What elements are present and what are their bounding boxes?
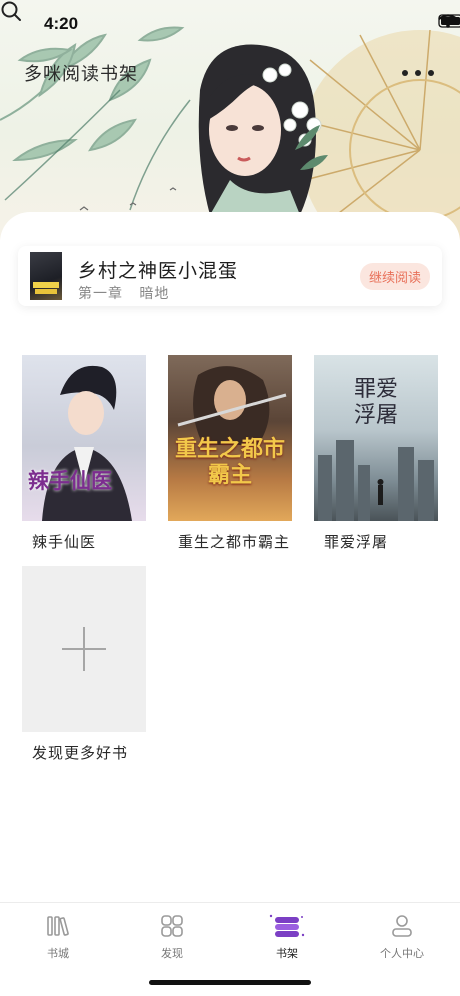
cover-title-stripe	[35, 289, 57, 294]
more-dot	[428, 70, 434, 76]
tab-label: 发现	[161, 947, 183, 960]
header-banner: 4:20 多咪阅读书架	[0, 0, 460, 240]
book-cover-title: 辣手仙医	[28, 469, 112, 493]
add-book-plus-icon[interactable]	[22, 566, 146, 732]
recent-book-cover	[30, 252, 62, 300]
book-title: 罪爱浮屠	[324, 533, 389, 551]
shelf-book[interactable]: 辣手仙医 辣手仙医	[22, 355, 146, 552]
book-cover[interactable]: 重生之都市霸主	[168, 355, 292, 521]
tab-bookstore[interactable]: 书城	[18, 911, 98, 961]
page-title: 多咪阅读书架	[24, 64, 138, 85]
status-time: 4:20	[44, 14, 79, 33]
book-title: 辣手仙医	[32, 533, 97, 551]
profile-icon	[392, 915, 412, 937]
tab-discover[interactable]: 发现	[132, 911, 212, 961]
discover-more-item[interactable]: 发现更多好书	[22, 566, 146, 763]
more-dot	[402, 70, 408, 76]
bookshelf-page: 4:20 多咪阅读书架 乡村之神医小混蛋 第一章 暗地 继续阅读 辣手仙医 辣手…	[0, 0, 460, 996]
book-cover[interactable]: 辣手仙医	[22, 355, 146, 521]
recent-book-title: 乡村之神医小混蛋	[78, 260, 239, 282]
status-bar: 4:20	[0, 0, 460, 48]
discover-more-label: 发现更多好书	[32, 744, 129, 762]
book-cover-title: 罪爱浮屠	[353, 377, 398, 428]
book-cover-art	[42, 365, 132, 521]
continue-reading-button[interactable]: 继续阅读	[359, 263, 430, 290]
book-title: 重生之都市霸主	[178, 533, 291, 551]
home-indicator	[149, 980, 311, 985]
book-cover[interactable]: 罪爱浮屠	[314, 355, 438, 521]
battery-icon	[438, 14, 460, 28]
tab-profile[interactable]: 个人中心	[362, 911, 442, 961]
bookshelf-icon	[269, 914, 305, 937]
bookstore-icon	[47, 916, 69, 936]
more-options-icon[interactable]	[402, 64, 434, 82]
tab-label: 个人中心	[380, 947, 424, 960]
tab-label: 书架	[276, 947, 298, 960]
tab-label: 书城	[47, 947, 69, 960]
discover-grid-icon	[161, 915, 183, 937]
shelf-book[interactable]: 重生之都市霸主 重生之都市霸主	[168, 355, 292, 552]
recent-book-chapter: 第一章 暗地	[78, 286, 170, 302]
search-icon[interactable]	[0, 0, 22, 22]
more-dot	[415, 70, 421, 76]
shelf-book[interactable]: 罪爱浮屠 罪爱浮屠	[314, 355, 438, 552]
tab-bookshelf[interactable]: 书架	[247, 911, 327, 961]
cover-title-stripe	[33, 282, 59, 288]
recent-reading-card[interactable]: 乡村之神医小混蛋 第一章 暗地 继续阅读	[18, 246, 442, 306]
book-cover-title: 重生之都市霸主	[174, 437, 285, 488]
